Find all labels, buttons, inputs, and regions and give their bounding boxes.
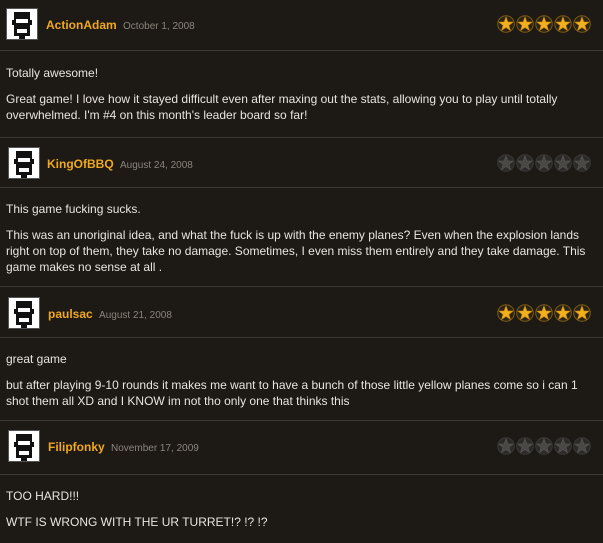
- review-header: ActionAdam October 1, 2008: [0, 0, 603, 52]
- divider: [0, 337, 603, 338]
- divider: [0, 137, 603, 138]
- star-filled-icon: [554, 304, 572, 322]
- star-filled-icon: [535, 15, 553, 33]
- review-item: paulsac August 21, 2008 great game but a…: [0, 289, 603, 421]
- review-body: TOO HARD!!! WTF IS WRONG WITH THE UR TUR…: [6, 488, 596, 530]
- star-filled-icon: [554, 15, 572, 33]
- review-title: great game: [6, 352, 67, 366]
- star-filled-icon: [497, 304, 515, 322]
- avatar-icon[interactable]: [8, 430, 40, 462]
- divider: [0, 286, 603, 287]
- star-empty-icon: [535, 154, 553, 172]
- username-link[interactable]: ActionAdam: [46, 18, 117, 32]
- review-text: WTF IS WRONG WITH THE UR TURRET!? !? !?: [6, 515, 268, 529]
- review-header: Filipfonky November 17, 2009: [0, 422, 603, 474]
- review-text: Great game! I love how it stayed difficu…: [6, 92, 558, 122]
- star-filled-icon: [516, 15, 534, 33]
- review-body: great game but after playing 9-10 rounds…: [6, 351, 596, 409]
- review-item: KingOfBBQ August 24, 2008 This game fuck…: [0, 139, 603, 287]
- star-filled-icon: [573, 304, 591, 322]
- review-title: Totally awesome!: [6, 66, 99, 80]
- star-empty-icon: [573, 437, 591, 455]
- review-author: KingOfBBQ August 24, 2008: [47, 157, 193, 171]
- star-empty-icon: [535, 437, 553, 455]
- review-date: August 21, 2008: [99, 310, 172, 321]
- star-filled-icon: [535, 304, 553, 322]
- review-title: TOO HARD!!!: [6, 489, 80, 503]
- review-item: Filipfonky November 17, 2009 TOO HARD!!!…: [0, 422, 603, 529]
- username-link[interactable]: paulsac: [48, 307, 93, 321]
- username-link[interactable]: Filipfonky: [48, 440, 105, 454]
- divider: [0, 420, 603, 421]
- review-date: August 24, 2008: [120, 160, 193, 171]
- rating-stars: [496, 15, 591, 33]
- star-empty-icon: [554, 154, 572, 172]
- star-empty-icon: [573, 154, 591, 172]
- review-date: October 1, 2008: [123, 21, 195, 32]
- review-author: ActionAdam October 1, 2008: [46, 18, 195, 32]
- star-empty-icon: [497, 154, 515, 172]
- review-author: Filipfonky November 17, 2009: [48, 440, 199, 454]
- username-link[interactable]: KingOfBBQ: [47, 157, 114, 171]
- star-filled-icon: [516, 304, 534, 322]
- divider: [0, 187, 603, 188]
- review-text: This was an unoriginal idea, and what th…: [6, 228, 586, 274]
- star-empty-icon: [516, 437, 534, 455]
- star-filled-icon: [573, 15, 591, 33]
- star-empty-icon: [516, 154, 534, 172]
- review-author: paulsac August 21, 2008: [48, 307, 172, 321]
- avatar-icon[interactable]: [8, 297, 40, 329]
- divider: [0, 474, 603, 475]
- rating-stars: [496, 304, 591, 322]
- rating-stars: [496, 154, 591, 172]
- avatar-icon[interactable]: [6, 8, 38, 40]
- avatar-icon[interactable]: [8, 147, 40, 179]
- star-empty-icon: [497, 437, 515, 455]
- review-header: KingOfBBQ August 24, 2008: [0, 139, 603, 191]
- review-date: November 17, 2009: [111, 443, 199, 454]
- review-item: ActionAdam October 1, 2008 Totally aweso…: [0, 0, 603, 138]
- review-body: This game fucking sucks. This was an uno…: [6, 201, 596, 275]
- review-header: paulsac August 21, 2008: [0, 289, 603, 341]
- review-text: but after playing 9-10 rounds it makes m…: [6, 378, 578, 408]
- divider: [0, 50, 603, 51]
- star-empty-icon: [554, 437, 572, 455]
- star-filled-icon: [497, 15, 515, 33]
- rating-stars: [496, 437, 591, 455]
- review-title: This game fucking sucks.: [6, 202, 141, 216]
- review-body: Totally awesome! Great game! I love how …: [6, 65, 596, 123]
